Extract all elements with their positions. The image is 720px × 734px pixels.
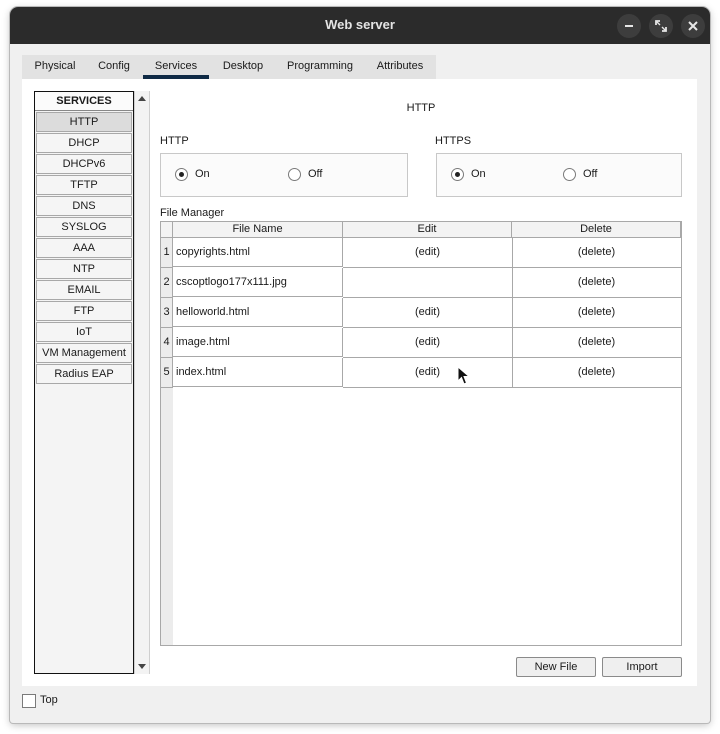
services-header: SERVICES (35, 92, 133, 111)
service-item-dhcpv6[interactable]: DHCPv6 (36, 154, 132, 174)
edit-cell (343, 268, 513, 298)
file-name-cell[interactable]: copyrights.html (173, 238, 343, 267)
https-on-label: On (471, 168, 486, 180)
row-number: 4 (161, 328, 173, 358)
service-item-http[interactable]: HTTP (36, 112, 132, 132)
scroll-up-icon[interactable] (138, 96, 146, 101)
http-group: On Off (160, 153, 408, 197)
top-label: Top (40, 694, 58, 706)
file-manager-table: File Name Edit Delete 1 copyrights.html … (160, 221, 682, 646)
file-name-cell[interactable]: index.html (173, 358, 343, 387)
https-off-radio[interactable] (563, 168, 576, 181)
https-off-label: Off (583, 168, 598, 180)
service-item-aaa[interactable]: AAA (36, 238, 132, 258)
http-group-label: HTTP (160, 135, 189, 147)
row-number: 1 (161, 238, 173, 268)
window-title: Web server (325, 17, 395, 32)
table-row: 3 helloworld.html (edit) (delete) (161, 298, 682, 328)
tab-config[interactable]: Config (88, 55, 140, 79)
service-item-dhcp[interactable]: DHCP (36, 133, 132, 153)
edit-link[interactable]: (edit) (343, 358, 513, 388)
edit-link[interactable]: (edit) (343, 328, 513, 358)
services-list: SERVICES HTTP DHCP DHCPv6 TFTP DNS SYSLO… (34, 91, 134, 674)
tab-desktop[interactable]: Desktop (211, 55, 275, 79)
file-name-cell[interactable]: cscoptlogo177x111.jpg (173, 268, 343, 297)
delete-link[interactable]: (delete) (512, 358, 682, 388)
service-item-iot[interactable]: IoT (36, 322, 132, 342)
http-off-label: Off (308, 168, 323, 180)
edit-link[interactable]: (edit) (343, 238, 513, 268)
web-server-window: Web server Physical Config Services Desk… (10, 7, 710, 723)
close-icon (688, 21, 698, 31)
tab-services[interactable]: Services (143, 55, 209, 79)
http-on-radio[interactable] (175, 168, 188, 181)
https-group: On Off (436, 153, 682, 197)
row-number: 3 (161, 298, 173, 328)
tab-physical[interactable]: Physical (22, 55, 88, 79)
col-delete[interactable]: Delete (512, 222, 681, 238)
https-on-radio[interactable] (451, 168, 464, 181)
http-panel: HTTP HTTP On Off HTTPS On Off File Manag… (160, 91, 682, 681)
file-name-cell[interactable]: helloworld.html (173, 298, 343, 327)
maximize-button[interactable] (649, 14, 673, 38)
close-button[interactable] (681, 14, 705, 38)
col-file-name[interactable]: File Name (173, 222, 343, 238)
new-file-button[interactable]: New File (516, 657, 596, 677)
panel-title: HTTP (406, 102, 436, 114)
table-row: 5 index.html (edit) (delete) (161, 358, 682, 388)
delete-link[interactable]: (delete) (512, 268, 682, 298)
service-item-ftp[interactable]: FTP (36, 301, 132, 321)
service-item-email[interactable]: EMAIL (36, 280, 132, 300)
service-item-vm-management[interactable]: VM Management (36, 343, 132, 363)
import-button[interactable]: Import (602, 657, 682, 677)
service-item-radius-eap[interactable]: Radius EAP (36, 364, 132, 384)
services-scrollbar[interactable] (134, 91, 150, 674)
service-item-syslog[interactable]: SYSLOG (36, 217, 132, 237)
table-row: 1 copyrights.html (edit) (delete) (161, 238, 682, 268)
scroll-down-icon[interactable] (138, 664, 146, 669)
table-row: 4 image.html (edit) (delete) (161, 328, 682, 358)
mouse-pointer-icon (457, 366, 471, 385)
col-edit[interactable]: Edit (343, 222, 512, 238)
table-row: 2 cscoptlogo177x111.jpg (delete) (161, 268, 682, 298)
tab-bar: Physical Config Services Desktop Program… (22, 55, 436, 79)
minimize-button[interactable] (617, 14, 641, 38)
corner-header (161, 222, 173, 238)
top-checkbox[interactable] (22, 694, 36, 708)
tab-programming[interactable]: Programming (278, 55, 362, 79)
service-item-ntp[interactable]: NTP (36, 259, 132, 279)
maximize-icon (655, 20, 667, 32)
edit-link[interactable]: (edit) (343, 298, 513, 328)
service-item-tftp[interactable]: TFTP (36, 175, 132, 195)
row-number: 5 (161, 358, 173, 388)
http-on-label: On (195, 168, 210, 180)
row-number: 2 (161, 268, 173, 298)
services-content: SERVICES HTTP DHCP DHCPv6 TFTP DNS SYSLO… (22, 79, 697, 686)
minimize-icon (625, 25, 633, 27)
table-header: File Name Edit Delete (161, 222, 681, 238)
delete-link[interactable]: (delete) (512, 298, 682, 328)
file-manager-label: File Manager (160, 207, 225, 219)
https-group-label: HTTPS (435, 135, 472, 147)
delete-link[interactable]: (delete) (512, 238, 682, 268)
title-bar[interactable]: Web server (10, 7, 710, 44)
file-name-cell[interactable]: image.html (173, 328, 343, 357)
tab-attributes[interactable]: Attributes (365, 55, 435, 79)
http-off-radio[interactable] (288, 168, 301, 181)
delete-link[interactable]: (delete) (512, 328, 682, 358)
service-item-dns[interactable]: DNS (36, 196, 132, 216)
